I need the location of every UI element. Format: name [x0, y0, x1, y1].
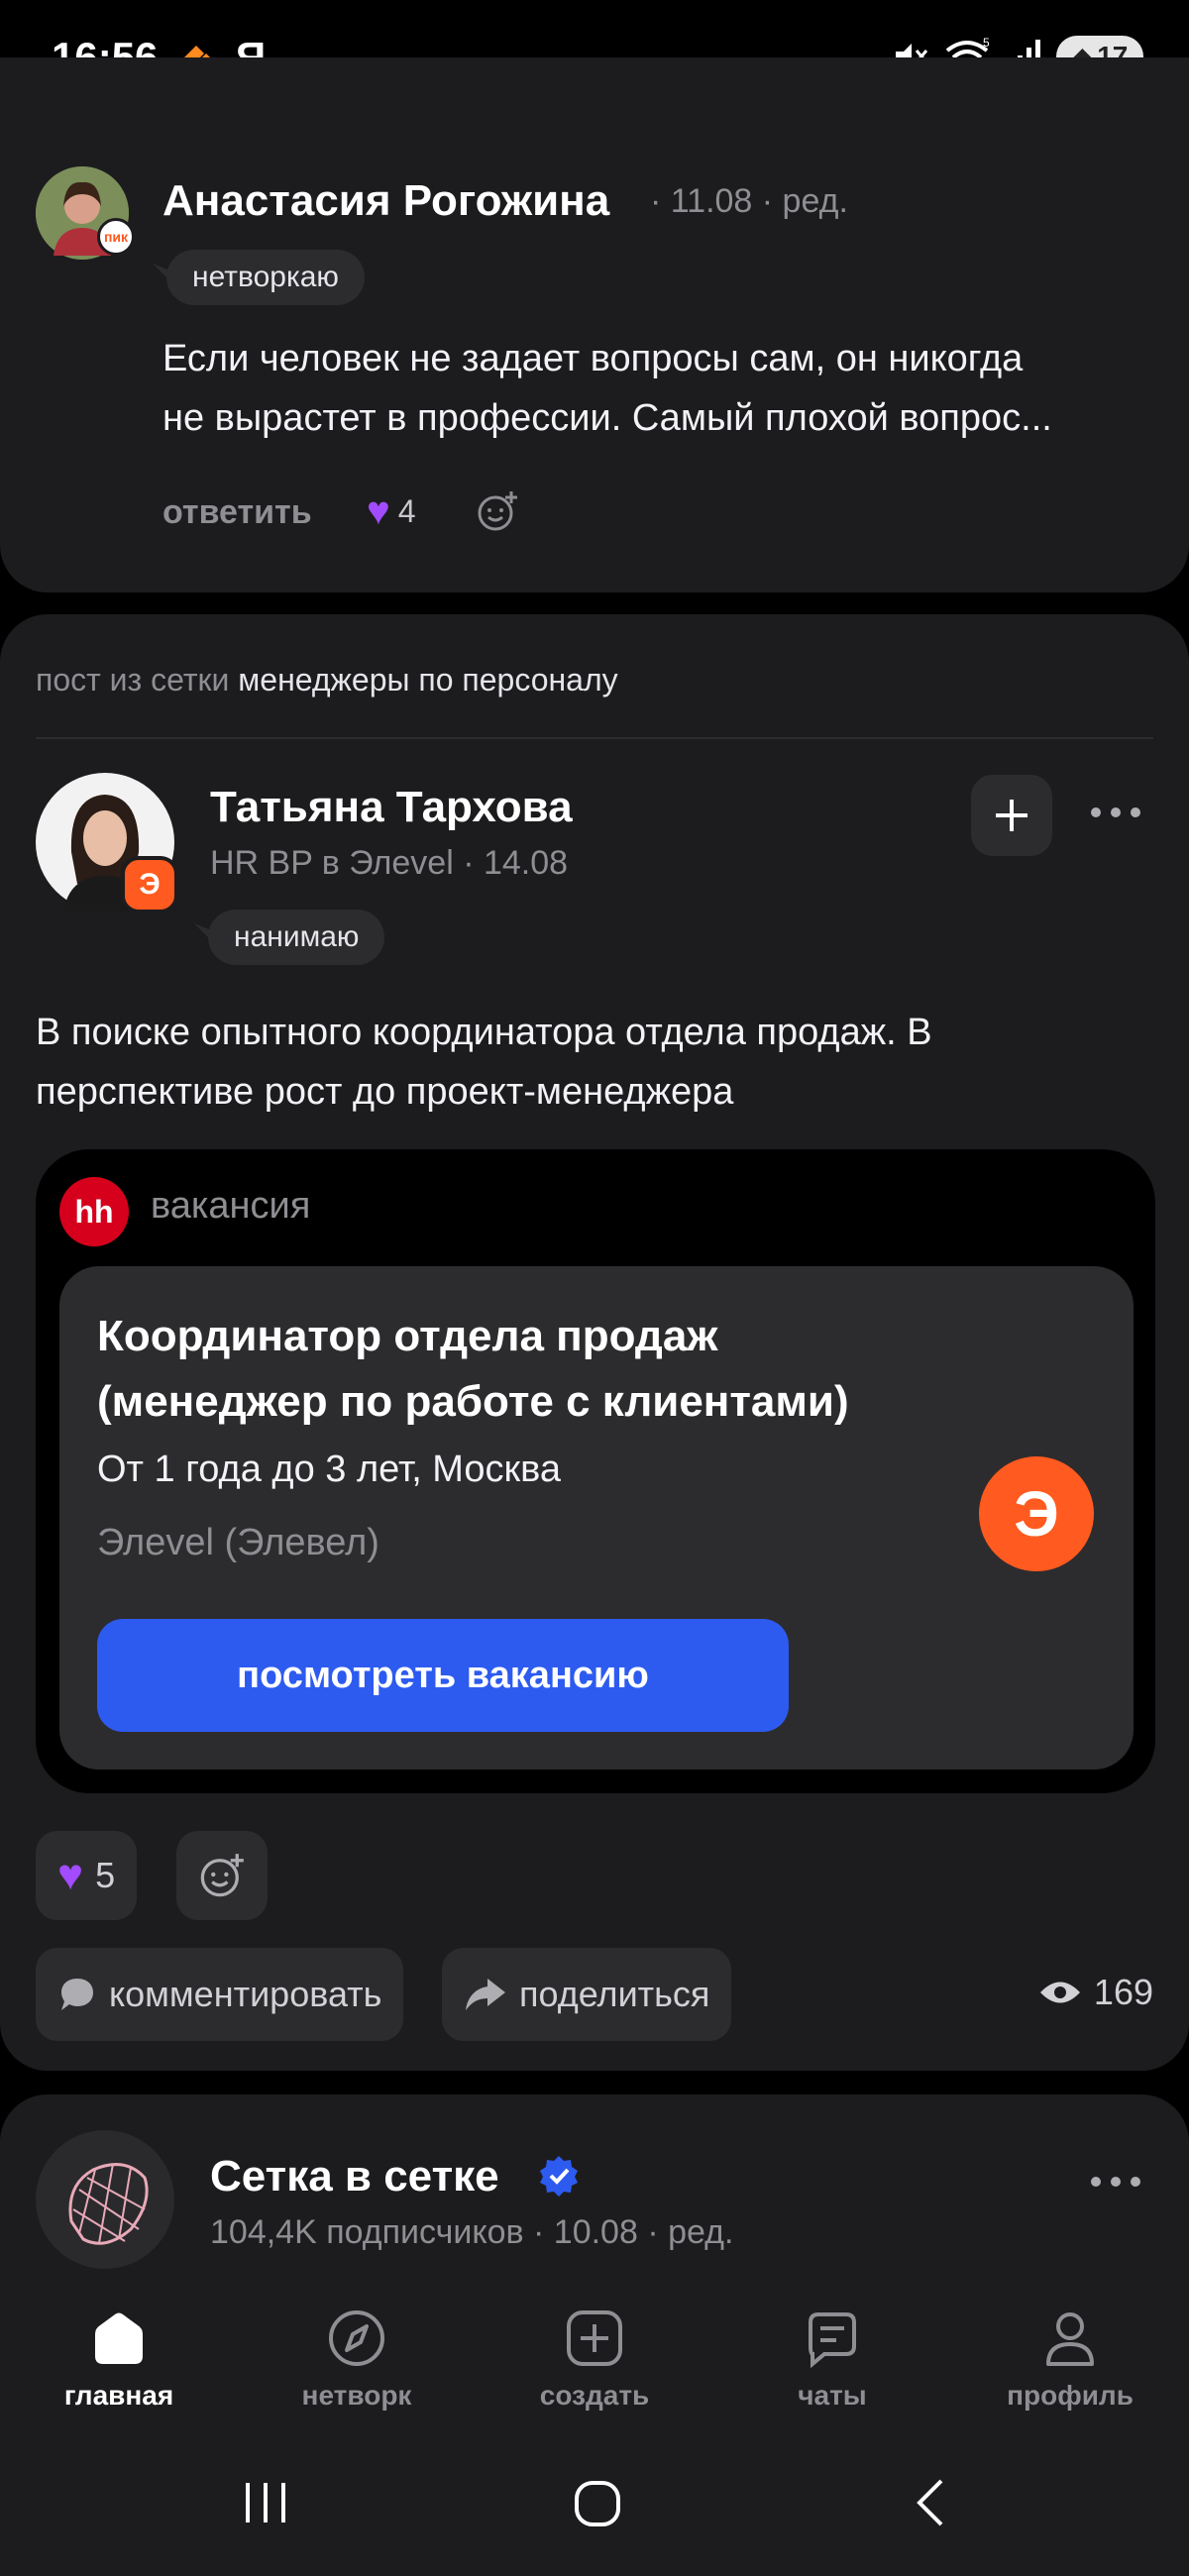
svg-text:5: 5 [983, 37, 990, 50]
author-avatar[interactable]: пик [36, 166, 135, 260]
plus-icon [996, 800, 1027, 831]
nav-network[interactable]: нетворк [258, 2308, 456, 2412]
status-tag: нетворкаю [166, 250, 365, 305]
more-options-icon[interactable] [1088, 803, 1143, 822]
add-reaction-icon[interactable] [476, 489, 519, 533]
comment-label: комментировать [109, 1974, 382, 2014]
nav-label: чаты [798, 2380, 867, 2411]
author-name[interactable]: Татьяна Тархова [210, 783, 573, 832]
purple-heart-icon: ♥ [367, 489, 390, 533]
views-count: 169 [1093, 1972, 1153, 2012]
vacancy-label: вакансия [151, 1185, 311, 1227]
back-icon[interactable] [910, 2477, 949, 2528]
vacancy-title-line: Координатор отдела продаж [97, 1312, 718, 1360]
vacancy-title: Координатор отдела продаж (менеджер по р… [97, 1304, 989, 1435]
company-badge: Э [121, 856, 178, 913]
hh-logo: hh [59, 1177, 129, 1246]
reaction-count: 4 [397, 493, 416, 529]
plus-square-icon [567, 2310, 622, 2366]
share-icon [466, 1979, 505, 2010]
avatar-badge: пик [97, 218, 135, 256]
nav-home[interactable]: главная [20, 2308, 218, 2412]
reaction-count: 5 [95, 1855, 116, 1895]
source-name[interactable]: менеджеры по персоналу [238, 662, 617, 698]
view-vacancy-button[interactable]: посмотреть вакансию [97, 1619, 789, 1732]
source-prefix: пост из сетки [36, 662, 230, 698]
author-avatar[interactable]: Э [36, 773, 178, 913]
purple-heart-icon: ♥ [57, 1851, 84, 1899]
comment-button[interactable]: комментировать [36, 1948, 404, 2041]
author-name[interactable]: Сетка в сетке [210, 2152, 499, 2201]
post-text-line: Если человек не задает вопросы сам, он н… [162, 338, 1024, 379]
bottom-navigation: главная нетворк создать чаты профиль [0, 2279, 1189, 2437]
share-label: поделиться [519, 1974, 710, 2014]
author-name[interactable]: Анастасия Рогожина [162, 176, 609, 226]
compass-icon [329, 2310, 384, 2366]
follow-button[interactable] [971, 775, 1052, 856]
nav-label: создать [539, 2380, 650, 2411]
vacancy-company: Элevel (Элевел) [97, 1522, 379, 1563]
channel-meta: 104,4K подписчиков · 10.08 · ред. [210, 2213, 734, 2251]
reply-button[interactable]: ответить [162, 493, 312, 532]
post-text-line: В поиске опытного координатора отдела пр… [36, 1012, 932, 1053]
post-source[interactable]: пост из сетки менеджеры по персоналу [36, 662, 618, 698]
author-avatar[interactable] [36, 2130, 174, 2269]
nav-label: главная [63, 2380, 174, 2411]
share-button[interactable]: поделиться [442, 1948, 732, 2041]
system-navigation-bar [0, 2437, 1189, 2576]
author-position: HR BP в Элevel · 14.08 [210, 844, 569, 882]
vacancy-title-line: (менеджер по работе с клиентами) [97, 1377, 849, 1426]
verified-icon [540, 2156, 578, 2197]
post-meta: · 11.08 · ред. [650, 182, 848, 220]
comment-icon [61, 1979, 93, 2010]
home-icon [95, 2312, 143, 2364]
recent-apps-icon[interactable] [242, 2481, 289, 2524]
nav-label: нетворк [301, 2380, 412, 2411]
nav-create[interactable]: создать [495, 2308, 694, 2412]
nav-label: профиль [1007, 2380, 1134, 2411]
vacancy-experience: От 1 года до 3 лет, Москва [97, 1449, 562, 1490]
chat-icon [809, 2312, 856, 2368]
post-text[interactable]: В поиске опытного координатора отдела пр… [36, 1003, 1145, 1122]
add-reaction-icon [200, 1854, 244, 1897]
home-button-icon[interactable] [573, 2479, 622, 2528]
post-text-line: не вырастет в профессии. Самый плохой во… [162, 397, 1052, 439]
post-text-line: перспективе рост до проект-менеджера [36, 1071, 734, 1113]
post-card[interactable] [0, 2094, 1189, 2293]
reaction-heart[interactable]: ♥ 5 [36, 1831, 138, 1920]
nav-profile[interactable]: профиль [971, 2308, 1169, 2412]
views-counter: 169 [1038, 1972, 1153, 2013]
avatar-net-image [36, 2130, 174, 2269]
company-logo: Э [979, 1456, 1094, 1571]
nav-chats[interactable]: чаты [733, 2308, 931, 2412]
eye-icon [1039, 1982, 1080, 2003]
divider [36, 737, 1153, 739]
add-reaction-button[interactable] [176, 1831, 268, 1920]
profile-icon [1046, 2312, 1094, 2366]
more-options-icon[interactable] [1088, 2172, 1143, 2192]
post-text[interactable]: Если человек не задает вопросы сам, он н… [162, 329, 1153, 448]
status-tag: нанимаю [208, 910, 385, 965]
reaction-heart[interactable]: ♥ 4 [367, 489, 416, 534]
